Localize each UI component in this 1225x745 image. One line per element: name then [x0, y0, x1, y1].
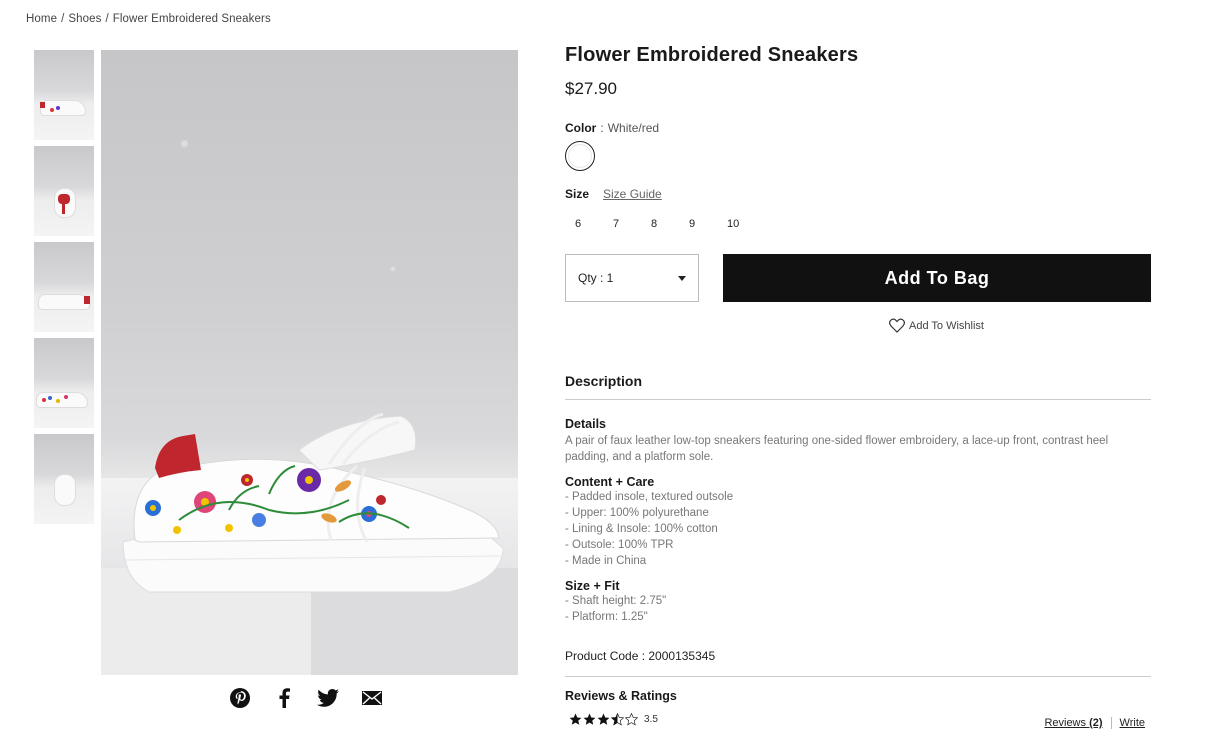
size-option-8[interactable]: 8: [641, 218, 679, 230]
thumbnail-5[interactable]: [34, 434, 94, 524]
star-rating: [569, 713, 638, 726]
description-heading: Description: [565, 373, 1151, 400]
add-to-wishlist-link[interactable]: Add To Wishlist: [889, 318, 1151, 333]
color-selector: Color: White/red: [565, 121, 1151, 171]
product-panel: Flower Embroidered Sneakers $27.90 Color…: [565, 44, 1151, 730]
breadcrumb: Home / Shoes / Flower Embroidered Sneakers: [26, 13, 271, 25]
divider: [1110, 717, 1112, 730]
size-options: 6 7 8 9 10: [565, 218, 1151, 230]
thumbnail-4[interactable]: [34, 338, 94, 428]
breadcrumb-separator: /: [105, 13, 109, 25]
product-price: $27.90: [565, 79, 617, 98]
list-item: - Upper: 100% polyurethane: [565, 507, 709, 519]
share-bar: [228, 687, 384, 709]
size-option-7[interactable]: 7: [603, 218, 641, 230]
product-title: Flower Embroidered Sneakers: [565, 44, 859, 66]
content-care-title: Content + Care: [565, 475, 655, 489]
email-icon[interactable]: [360, 687, 384, 709]
list-item: - Platform: 1.25": [565, 611, 648, 623]
star-empty-icon: [625, 713, 638, 726]
size-option-10[interactable]: 10: [717, 218, 755, 230]
write-review-link[interactable]: Write: [1120, 717, 1145, 729]
thumbnail-3[interactable]: [34, 242, 94, 332]
star-full-icon: [583, 713, 596, 725]
list-item: - Lining & Insole: 100% cotton: [565, 523, 718, 535]
reviews-link[interactable]: Reviews (2): [1044, 717, 1102, 729]
twitter-icon[interactable]: [316, 687, 340, 709]
breadcrumb-shoes[interactable]: Shoes: [68, 13, 101, 25]
list-item: - Padded insole, textured outsole: [565, 491, 734, 503]
size-guide-link[interactable]: Size Guide: [603, 187, 662, 201]
star-full-icon: [597, 713, 610, 725]
color-swatch-white-red[interactable]: [565, 141, 595, 171]
sneaker-illustration: [122, 412, 503, 593]
list-item: - Made in China: [565, 555, 647, 567]
size-option-6[interactable]: 6: [565, 218, 603, 230]
thumbnail-1[interactable]: [34, 50, 94, 140]
breadcrumb-current[interactable]: Flower Embroidered Sneakers: [113, 13, 271, 25]
size-header: Size Size Guide: [565, 187, 1151, 201]
heart-icon: [889, 318, 905, 333]
thumbnail-list: [34, 50, 94, 530]
rating-summary: 3.5 Reviews (2) Write: [565, 713, 1151, 730]
list-item: - Outsole: 100% TPR: [565, 539, 674, 551]
quantity-select[interactable]: Qty : 1: [565, 254, 699, 302]
details-title: Details: [565, 417, 606, 431]
color-separator: :: [600, 121, 604, 135]
quantity-value: Qty : 1: [578, 271, 614, 285]
main-product-image[interactable]: [101, 50, 518, 675]
wishlist-label: Add To Wishlist: [909, 319, 984, 332]
size-label: Size: [565, 187, 590, 201]
color-label: Color: [565, 121, 597, 135]
thumbnail-2[interactable]: [34, 146, 94, 236]
caret-down-icon: [678, 275, 686, 281]
color-value: White/red: [607, 121, 660, 135]
breadcrumb-separator: /: [61, 13, 65, 25]
size-option-9[interactable]: 9: [679, 218, 717, 230]
rating-value: 3.5: [644, 714, 658, 725]
breadcrumb-home[interactable]: Home: [26, 13, 57, 25]
add-to-bag-button[interactable]: Add To Bag: [723, 254, 1151, 302]
star-half-icon: [611, 713, 624, 726]
pinterest-icon[interactable]: [228, 687, 252, 709]
product-code: Product Code : 2000135345: [565, 649, 716, 663]
size-fit-title: Size + Fit: [565, 579, 620, 593]
review-links: Reviews (2) Write: [1044, 717, 1145, 730]
star-full-icon: [569, 713, 582, 725]
facebook-icon[interactable]: [272, 687, 296, 709]
reviews-count: (2): [1089, 717, 1103, 729]
purchase-row: Qty : 1 Add To Bag: [565, 254, 1151, 302]
details-text: A pair of faux leather low-top sneakers …: [565, 435, 1109, 463]
list-item: - Shaft height: 2.75": [565, 595, 667, 607]
reviews-heading: Reviews & Ratings: [565, 676, 1151, 703]
content-care-list: - Padded insole, textured outsole - Uppe…: [565, 489, 1151, 569]
size-fit-list: - Shaft height: 2.75" - Platform: 1.25": [565, 593, 1151, 625]
reviews-link-label: Reviews: [1044, 717, 1087, 729]
